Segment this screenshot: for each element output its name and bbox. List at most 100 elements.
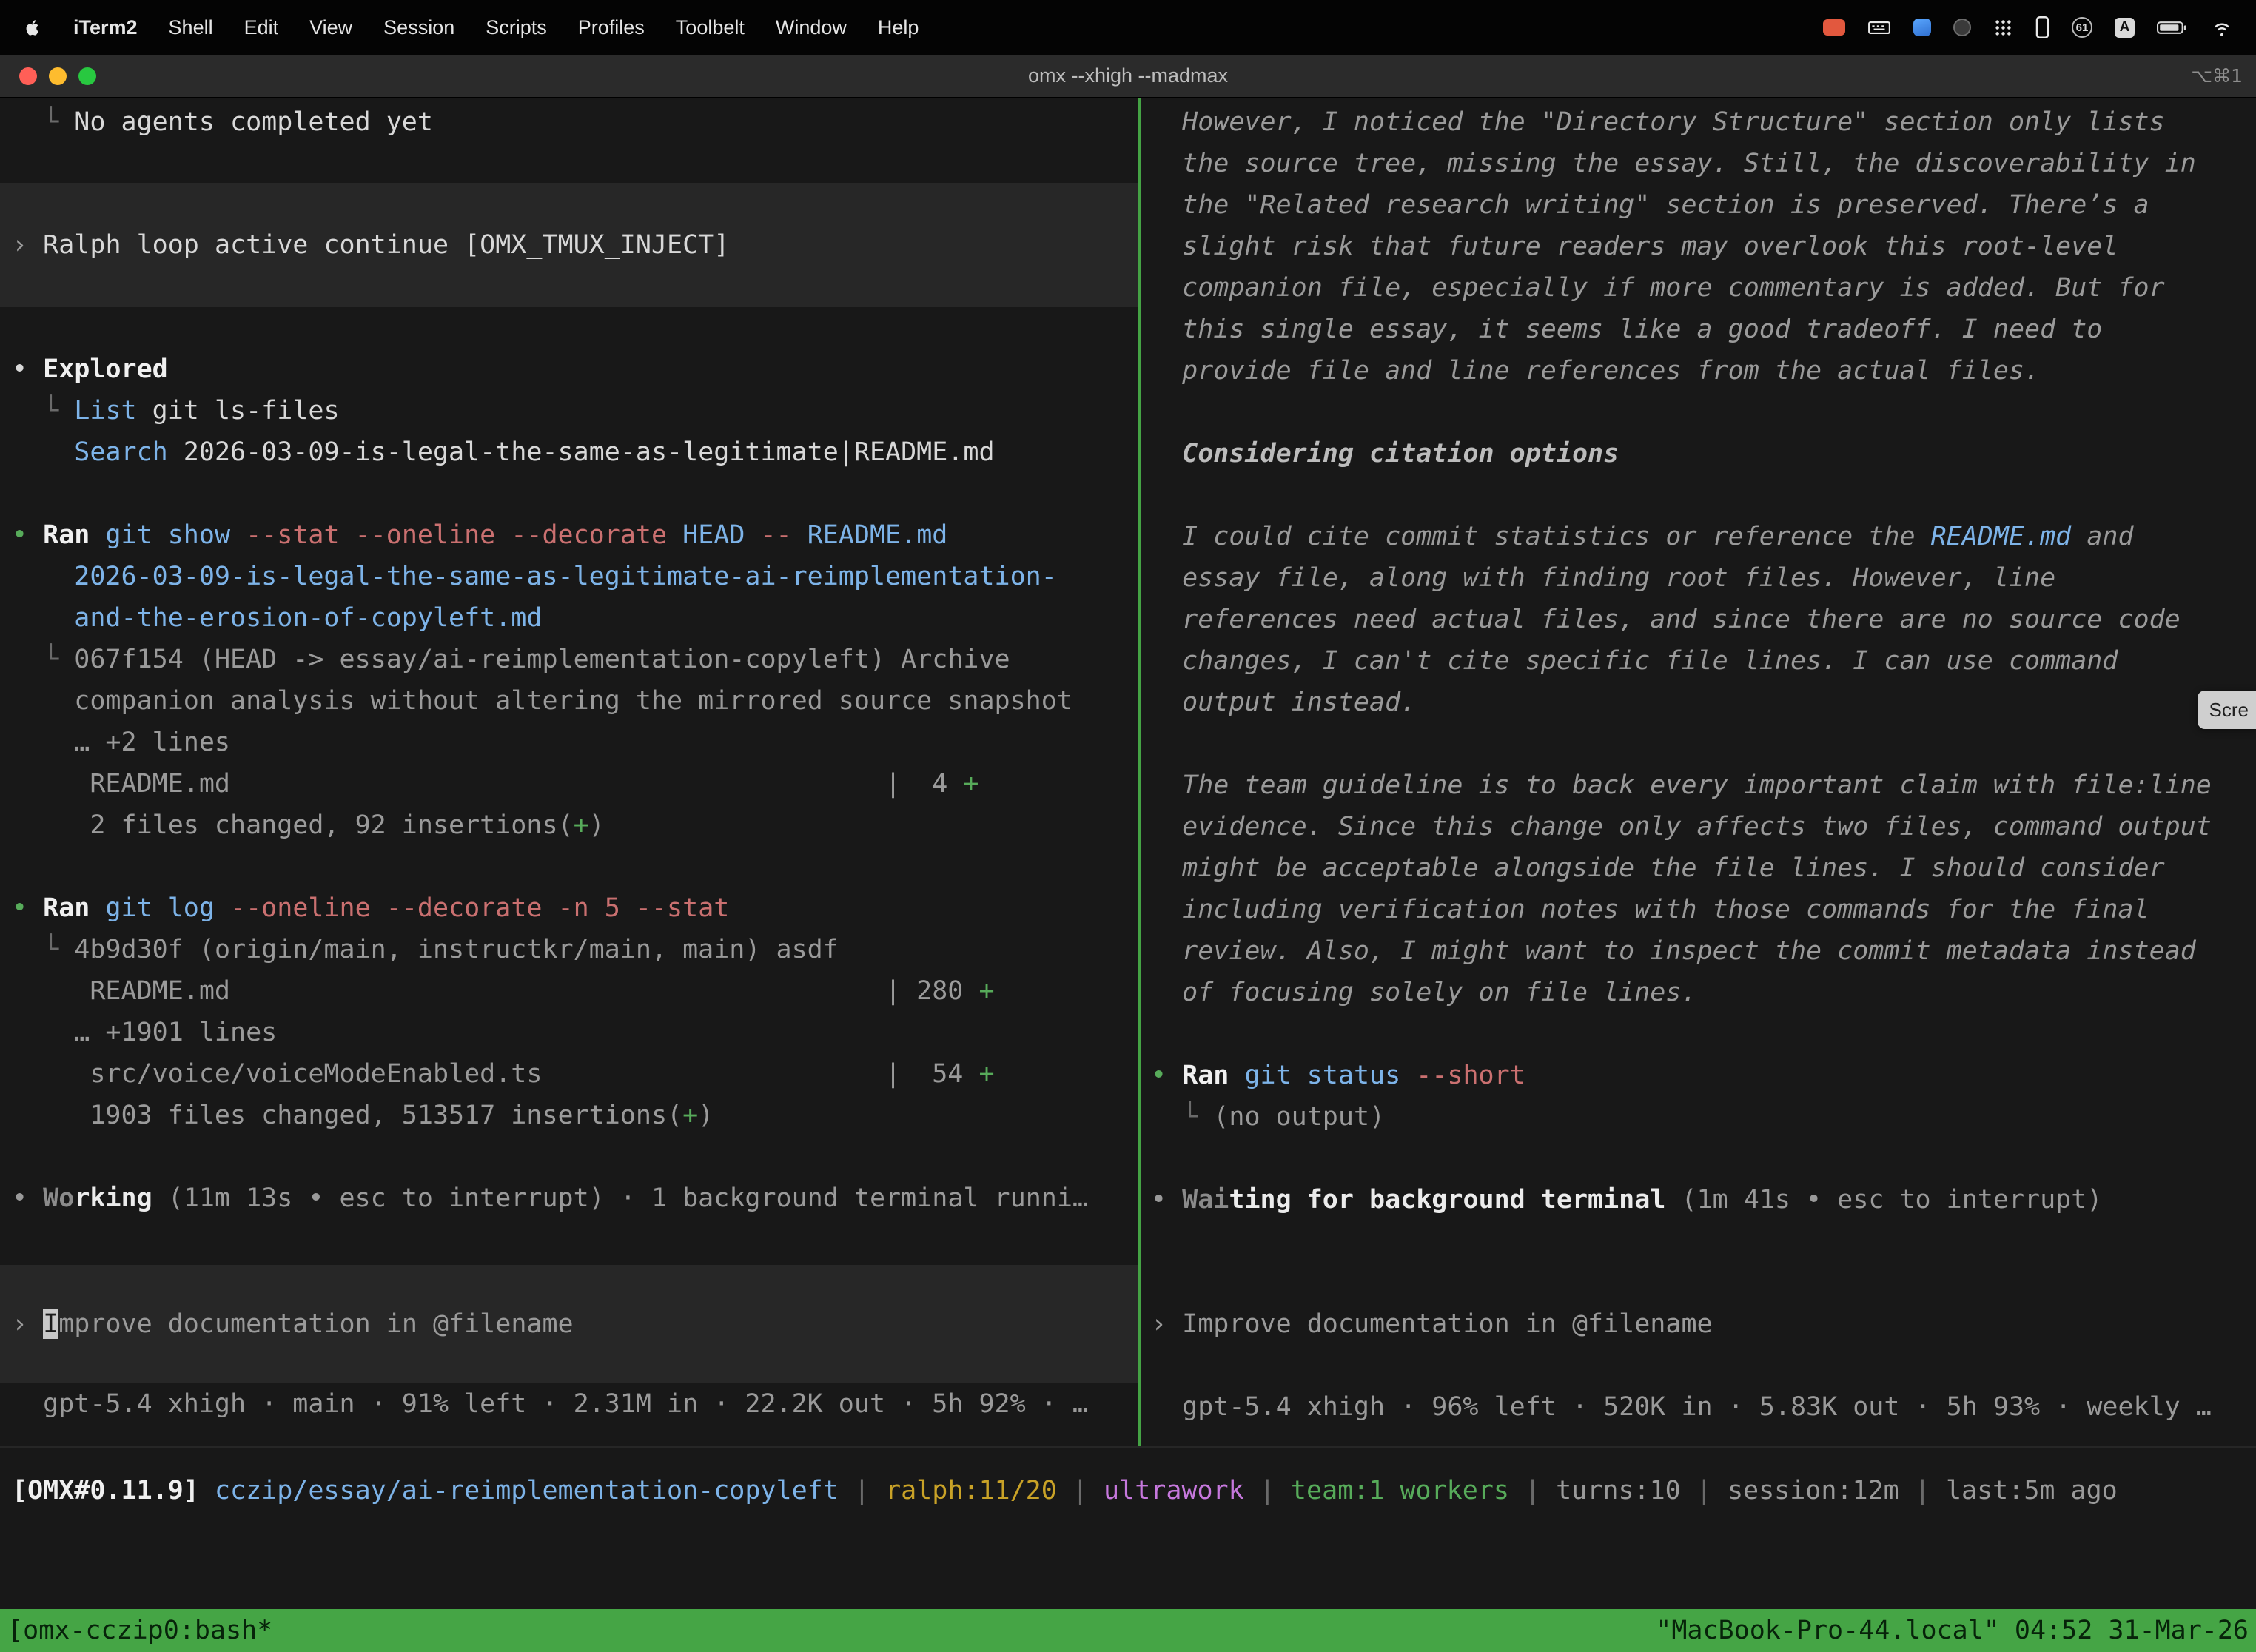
menubar-status-icons: 61 A <box>1823 16 2234 38</box>
menu-item-toolbelt[interactable]: Toolbelt <box>676 16 745 39</box>
text-segment: + <box>682 1101 698 1130</box>
text-segment <box>1229 1061 1244 1090</box>
text-segment: [OMX#0.11.9] <box>12 1476 215 1505</box>
traffic-lights <box>19 67 96 85</box>
text-segment: Considering citation options <box>1151 439 1619 469</box>
terminal-line: └ List git ls-files <box>0 390 1138 432</box>
menu-item-session[interactable]: Session <box>383 16 454 39</box>
text-segment: (11m 13s • esc to interrupt) · 1 backgro… <box>152 1183 1088 1213</box>
text-segment: 1903 files changed, 513517 insertions( <box>12 1101 682 1130</box>
text-segment: -- <box>745 520 791 550</box>
text-segment: --short <box>1400 1061 1525 1090</box>
terminal-line <box>0 846 1138 887</box>
terminal-line: I could cite commit statistics or refere… <box>1141 516 2256 557</box>
text-segment: Improve documentation in @filename <box>1182 1309 1712 1339</box>
terminal-line: provide file and line references from th… <box>1141 350 2256 392</box>
menu-item-edit[interactable]: Edit <box>244 16 279 39</box>
text-segment: including verification notes with those … <box>1151 895 2149 924</box>
terminal-line <box>0 473 1138 514</box>
text-segment: Wo <box>43 1183 74 1213</box>
terminal-line: 1903 files changed, 513517 insertions(+) <box>0 1095 1138 1136</box>
terminal-line: › Improve documentation in @filename <box>1141 1303 2256 1345</box>
text-segment: › <box>12 230 43 260</box>
blue-app-icon[interactable] <box>1913 19 1931 36</box>
tmux-session-window[interactable]: [omx-cczip0:bash* <box>7 1616 272 1645</box>
apple-menu-icon[interactable] <box>22 18 42 38</box>
text-segment: • <box>1151 1185 1182 1215</box>
left-prompt-input[interactable]: › Improve documentation in @filename <box>0 1265 1138 1383</box>
text-segment: references need actual files, and since … <box>1151 605 2181 634</box>
terminal-line <box>0 1136 1138 1178</box>
text-segment: | <box>1681 1476 1728 1505</box>
screen-share-tooltip[interactable]: Scre <box>2198 691 2256 729</box>
menu-item-window[interactable]: Window <box>776 16 847 39</box>
terminal-line <box>1141 1345 2256 1386</box>
terminal-line: references need actual files, and since … <box>1141 599 2256 640</box>
menu-item-view[interactable]: View <box>309 16 352 39</box>
text-segment: ) <box>698 1101 714 1130</box>
text-segment: (no output) <box>1213 1102 1385 1132</box>
menu-item-iterm2[interactable]: iTerm2 <box>73 16 138 39</box>
terminal-line: slight risk that future readers may over… <box>1141 226 2256 267</box>
terminal-line: … +2 lines <box>0 722 1138 763</box>
terminal-line: gpt-5.4 xhigh · main · 91% left · 2.31M … <box>0 1383 1138 1425</box>
terminal-line: and-the-erosion-of-copyleft.md <box>0 597 1138 639</box>
terminal-line: … +1901 lines <box>0 1012 1138 1053</box>
gauge-value: 61 <box>2076 21 2089 34</box>
text-segment: --stat --oneline --decorate <box>230 520 667 550</box>
right-terminal-pane[interactable]: However, I noticed the "Directory Struct… <box>1141 98 2256 1446</box>
text-segment: mprove documentation in @filename <box>58 1309 573 1339</box>
terminal-line: [OMX#0.11.9] cczip/essay/ai-reimplementa… <box>0 1470 2256 1511</box>
menu-item-scripts[interactable]: Scripts <box>486 16 547 39</box>
dark-app-icon[interactable] <box>1953 19 1971 36</box>
text-segment: | <box>839 1476 885 1505</box>
gauge-61-icon[interactable]: 61 <box>2072 17 2092 38</box>
terminal-line: essay file, along with finding root file… <box>1141 557 2256 599</box>
zoom-button[interactable] <box>78 67 96 85</box>
text-segment: README.md | 4 <box>12 769 963 799</box>
desktop-screen: iTerm2 Shell Edit View Session Scripts Profile… <box>0 0 2256 1652</box>
text-segment: changes, I can't cite specific file line… <box>1151 646 2118 676</box>
iphone-mirroring-icon[interactable] <box>2035 16 2049 38</box>
text-segment: 2 files changed, 92 insertions( <box>12 810 574 840</box>
terminal-line: might be acceptable alongside the file l… <box>1141 847 2256 889</box>
text-segment: + <box>978 976 994 1006</box>
menu-item-help[interactable]: Help <box>878 16 919 39</box>
text-segment: + <box>978 1059 994 1089</box>
text-segment: and <box>2071 522 2133 551</box>
input-source-icon[interactable]: A <box>2115 18 2135 38</box>
menu-item-profiles[interactable]: Profiles <box>578 16 645 39</box>
terminal-line: this single essay, it seems like a good … <box>1141 309 2256 350</box>
minimize-button[interactable] <box>49 67 67 85</box>
text-segment: • <box>12 355 43 384</box>
terminal-line: └ 067f154 (HEAD -> essay/ai-reimplementa… <box>0 639 1138 680</box>
terminal-line: 2026-03-09-is-legal-the-same-as-legitima… <box>0 556 1138 597</box>
text-segment: output instead. <box>1151 688 1416 717</box>
battery-icon[interactable] <box>2157 18 2188 38</box>
text-segment <box>90 520 105 550</box>
text-segment: and-the-erosion-of-copyleft.md <box>12 603 542 633</box>
terminal-line: › Improve documentation in @filename <box>0 1303 1138 1345</box>
text-segment: 067f154 (HEAD -> essay/ai-reimplementati… <box>74 645 1010 674</box>
terminal-line: • Ran git log --oneline --decorate -n 5 … <box>0 887 1138 929</box>
left-terminal-pane[interactable]: └ No agents completed yet › Ralph loop a… <box>0 98 1138 1446</box>
text-segment: slight risk that future readers may over… <box>1151 232 2118 261</box>
text-segment: I <box>43 1309 58 1339</box>
text-segment: ) <box>589 810 605 840</box>
text-segment: … +2 lines <box>12 728 230 757</box>
tmux-host-clock: "MacBook-Pro-44.local" 04:52 31-Mar-26 <box>1656 1616 2249 1645</box>
close-button[interactable] <box>19 67 37 85</box>
text-segment: I could cite commit statistics or refere… <box>1151 522 1931 551</box>
terminal-line: Search 2026-03-09-is-legal-the-same-as-l… <box>0 432 1138 473</box>
text-segment: … +1901 lines <box>12 1018 277 1047</box>
wifi-icon[interactable] <box>2210 18 2234 38</box>
text-segment: evidence. Since this change only affects… <box>1151 812 2212 842</box>
keyboard-viewer-icon[interactable] <box>1867 18 1891 38</box>
terminal-line: changes, I can't cite specific file line… <box>1141 640 2256 682</box>
screen-recording-icon[interactable] <box>1823 19 1845 36</box>
terminal-line: src/voice/voiceModeEnabled.ts | 54 + <box>0 1053 1138 1095</box>
dots-grid-icon[interactable] <box>1993 18 2013 38</box>
window-titlebar: omx --xhigh --madmax ⌥⌘1 <box>0 55 2256 98</box>
menu-item-shell[interactable]: Shell <box>169 16 213 39</box>
terminal-line <box>1141 392 2256 433</box>
